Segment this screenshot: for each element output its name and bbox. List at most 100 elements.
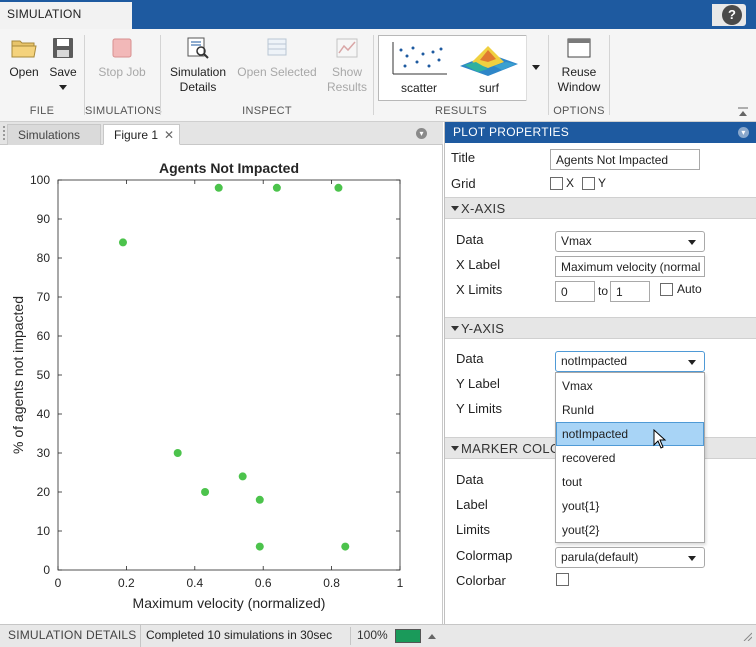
x-label-label: X Label [456, 257, 501, 272]
inspect-section-label: INSPECT [242, 105, 292, 117]
app-tab-title[interactable]: SIMULATION MANAGER [0, 2, 132, 46]
gallery-expand-button[interactable] [526, 35, 544, 101]
y-data-dropdown-list: Vmax RunId notImpacted recovered tout yo… [555, 372, 705, 543]
dropdown-option-vmax[interactable]: Vmax [556, 374, 704, 398]
data-point [238, 472, 247, 481]
expand-up-icon[interactable] [427, 631, 437, 641]
simulation-details-tab-label: SIMULATION DETAILS [8, 628, 137, 642]
reuse-window-button[interactable]: Reuse Window [554, 37, 604, 95]
window-icon [567, 38, 591, 58]
dropdown-option-tout[interactable]: tout [556, 470, 704, 494]
simulation-details-button[interactable]: Simulation Details [166, 37, 230, 95]
simulations-section-label: SIMULATIONS [85, 105, 163, 117]
y-tick-label: 50 [37, 368, 51, 382]
scatter-chart[interactable]: 0 0.2 0.4 0.6 0.8 10102030405060708090100Agen… [0, 145, 440, 624]
colormap-select[interactable]: parula(default) [555, 547, 705, 568]
status-message: Completed 10 simulations in 30sec [146, 628, 333, 642]
x-data-select[interactable]: Vmax [555, 231, 705, 252]
open-selected-label: Open Selected [237, 65, 317, 79]
dropdown-option-recovered[interactable]: recovered [556, 446, 704, 470]
open-label: Open [9, 65, 39, 79]
marker-color-header-label: MARKER COLO [461, 441, 561, 456]
data-point [201, 488, 210, 496]
scatter-plot-icon [392, 42, 447, 75]
divider [160, 35, 161, 115]
x-tick-label: 0.8 [323, 576, 340, 590]
divider [548, 35, 549, 115]
x-auto-checkbox[interactable] [660, 283, 673, 296]
title-input[interactable] [550, 149, 700, 170]
grid-x-checkbox[interactable] [550, 177, 563, 190]
help-button[interactable]: ? [722, 5, 742, 25]
surf-label: surf [478, 81, 499, 95]
tab-simulations[interactable]: Simulations [7, 124, 101, 145]
x-tick-label: 0.2 [118, 576, 135, 590]
y-data-label: Data [456, 351, 484, 366]
colormap-label: Colormap [456, 548, 513, 563]
resize-grip-icon[interactable] [742, 631, 752, 641]
x-tick-label: 0.6 [255, 576, 272, 590]
dropdown-option-runid[interactable]: RunId [556, 398, 704, 422]
tab-figure-1-label: Figure 1 [114, 128, 159, 142]
chevron-down-icon [688, 240, 696, 245]
y-tick-label: 30 [37, 446, 51, 460]
y-tick-label: 20 [37, 485, 51, 499]
x-axis-section-header[interactable]: X-AXIS [445, 197, 756, 219]
plot-axes-box [57, 179, 401, 571]
open-selected-icon [267, 38, 287, 56]
save-button[interactable]: Save [46, 37, 80, 90]
open-button[interactable]: Open [6, 37, 42, 80]
tab-figure-1[interactable]: Figure 1 ✕ [103, 124, 180, 145]
tab-simulations-label: Simulations [18, 128, 81, 142]
open-selected-button[interactable]: Open Selected [236, 37, 318, 80]
collapse-ribbon-icon[interactable] [738, 107, 748, 117]
x-limit-min-input[interactable] [555, 281, 595, 302]
save-dropdown-icon[interactable] [59, 85, 67, 90]
y-tick-label: 0 [43, 563, 50, 577]
y-data-select[interactable]: notImpacted [555, 351, 705, 372]
panel-menu-icon[interactable]: ▾ [738, 127, 749, 138]
toolstrip: Open Save FILE Stop Job SIMULATIONS Simu… [0, 29, 756, 122]
dropdown-option-notimpacted[interactable]: notImpacted [556, 422, 704, 446]
scatter-gallery-item[interactable]: scatter [383, 40, 455, 95]
data-point [255, 495, 264, 504]
stop-job-button[interactable]: Stop Job [92, 37, 152, 80]
grid-y-checkbox[interactable] [582, 177, 595, 190]
document-tabs: Simulations Figure 1 ✕ ▾ [0, 122, 443, 145]
close-tab-icon[interactable]: ✕ [164, 125, 174, 145]
y-axis-section-header[interactable]: Y-AXIS [445, 317, 756, 339]
show-results-label-1: Show [331, 65, 363, 79]
tabs-menu-icon[interactable]: ▾ [416, 128, 427, 139]
save-icon [53, 38, 73, 58]
figure-area: 0 0.2 0.4 0.6 0.8 1 0 10 20 30 40 50 60 70 80 90 100 Agen… [0, 145, 443, 624]
collapse-triangle-icon [451, 206, 459, 211]
results-section-label: RESULTS [434, 105, 488, 117]
x-data-label: Data [456, 232, 484, 247]
x-auto-label: Auto [677, 282, 702, 296]
dropdown-option-yout1[interactable]: yout{1} [556, 494, 704, 518]
data-point [255, 542, 264, 551]
colorbar-checkbox[interactable] [556, 573, 569, 586]
help-arrow-shape [712, 4, 720, 26]
y-tick-label: 40 [37, 407, 51, 421]
simulation-details-tab[interactable]: SIMULATION DETAILS [0, 625, 141, 647]
chevron-down-icon [532, 65, 540, 70]
x-label-input[interactable] [555, 256, 705, 277]
marker-data-label: Data [456, 472, 484, 487]
y-tick-label: 90 [37, 212, 51, 226]
show-results-button[interactable]: Show Results [326, 37, 368, 95]
show-results-label-2: Results [326, 80, 367, 94]
scatter-label: scatter [400, 81, 437, 95]
x-tick-label: 0 [55, 576, 62, 590]
progress-percent: 100% [357, 628, 388, 642]
surf-gallery-item[interactable]: surf [453, 40, 525, 95]
chevron-down-icon [688, 360, 696, 365]
x-tick-label: 0.4 [186, 576, 203, 590]
folder-icon [11, 40, 37, 58]
x-axis-header-label: X-AXIS [461, 201, 506, 216]
status-bar: SIMULATION DETAILS Completed 10 simulati… [0, 624, 756, 647]
title-bar: SIMULATION MANAGER ? [0, 0, 756, 46]
x-limit-max-input[interactable] [610, 281, 650, 302]
dropdown-option-yout2[interactable]: yout{2} [556, 518, 704, 542]
reuse-window-label-1: Reuse [561, 65, 597, 79]
